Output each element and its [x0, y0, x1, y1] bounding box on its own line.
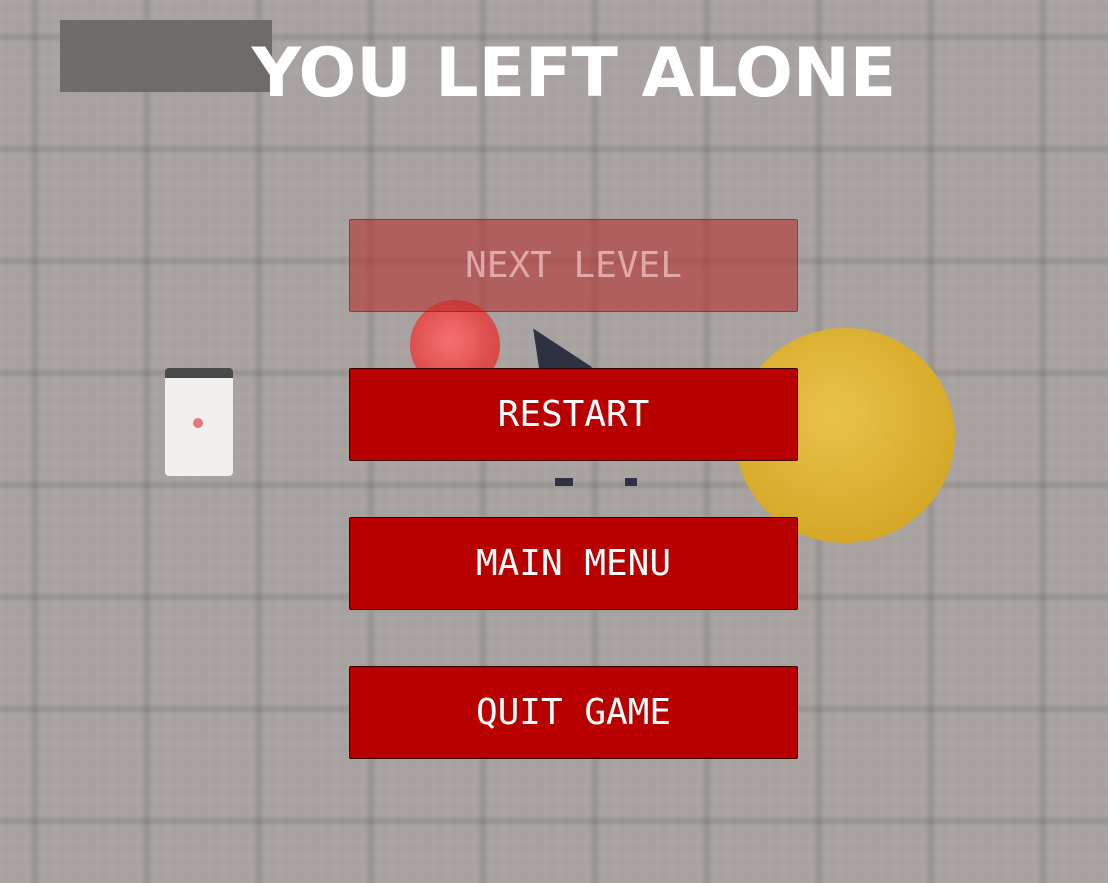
quit-game-button[interactable]: QUIT GAME	[349, 666, 798, 759]
game-over-title: YOU LEFT ALONE	[251, 34, 897, 113]
restart-button[interactable]: RESTART	[349, 368, 798, 461]
character-shadow	[555, 478, 645, 486]
main-menu-button[interactable]: MAIN MENU	[349, 517, 798, 610]
next-level-button: NEXT LEVEL	[349, 219, 798, 312]
white-item-box	[165, 368, 233, 476]
